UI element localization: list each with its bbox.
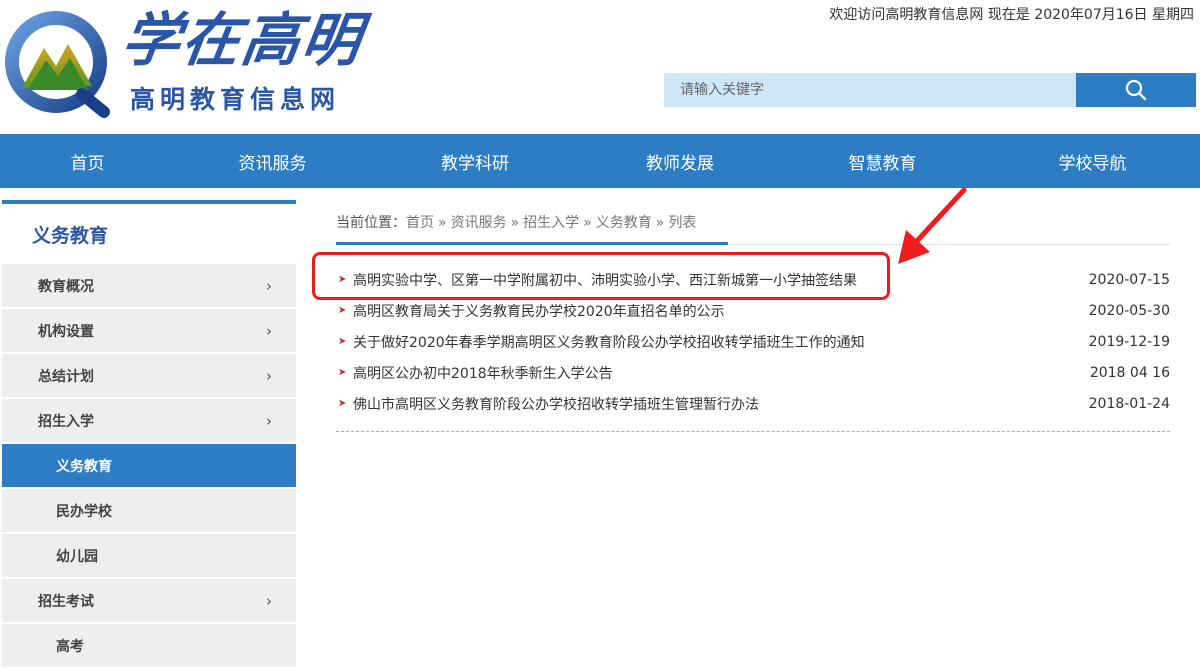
sidebar-item-label: 教育概况 bbox=[38, 278, 94, 295]
breadcrumb: 当前位置：首页» 资讯服务» 招生入学» 义务教育» 列表 bbox=[336, 212, 696, 232]
news-title[interactable]: 关于做好2020年春季学期高明区义务教育阶段公办学校招收转学插班生工作的通知 bbox=[353, 332, 1089, 352]
bullet-arrow-icon: ➤ bbox=[338, 398, 347, 409]
arrow-annotation-icon bbox=[898, 187, 967, 264]
news-title[interactable]: 高明实验中学、区第一中学附属初中、沛明实验小学、西江新城第一小学抽签结果 bbox=[353, 270, 1089, 290]
logo-emblem-icon[interactable] bbox=[4, 8, 112, 120]
logo-subtitle: 高明教育信息网 bbox=[130, 85, 341, 114]
nav-item-school-navigation[interactable]: 学校导航 bbox=[985, 134, 1200, 188]
breadcrumb-link-compulsory-education[interactable]: 义务教育 bbox=[596, 215, 652, 231]
bullet-arrow-icon: ➤ bbox=[338, 367, 347, 378]
search-button[interactable] bbox=[1076, 73, 1196, 107]
breadcrumb-separator: » bbox=[438, 215, 447, 231]
breadcrumb-link-home[interactable]: 首页 bbox=[406, 215, 434, 231]
sidebar-item-label: 机构设置 bbox=[38, 323, 94, 340]
news-date: 2020-07-15 bbox=[1088, 271, 1170, 288]
search-input[interactable] bbox=[664, 73, 1076, 107]
sidebar-item-gaokao[interactable]: 高考 bbox=[2, 624, 296, 667]
breadcrumb-separator: » bbox=[510, 215, 520, 231]
list-item[interactable]: ➤ 高明区教育局关于义务教育民办学校2020年直招名单的公示 2020-05-3… bbox=[336, 295, 1170, 326]
news-date: 2020-05-30 bbox=[1088, 302, 1170, 319]
breadcrumb-accent-bar bbox=[336, 242, 728, 245]
sidebar-item-compulsory-education[interactable]: 义务教育 bbox=[2, 444, 296, 487]
sidebar-item-organization[interactable]: 机构设置 › bbox=[2, 309, 296, 352]
sidebar-item-label: 幼儿园 bbox=[56, 548, 98, 565]
main-nav: 首页 资讯服务 教学科研 教师发展 智慧教育 学校导航 bbox=[0, 134, 1200, 188]
sidebar-item-label: 高考 bbox=[56, 638, 84, 655]
chevron-right-icon: › bbox=[266, 591, 272, 610]
sidebar-item-label: 总结计划 bbox=[38, 368, 94, 385]
chevron-right-icon: › bbox=[266, 276, 272, 295]
sidebar-item-label: 民办学校 bbox=[56, 503, 112, 520]
news-title[interactable]: 高明区公办初中2018年秋季新生入学公告 bbox=[353, 363, 1090, 383]
nav-item-teaching-research[interactable]: 教学科研 bbox=[370, 134, 580, 188]
sidebar-item-private-schools[interactable]: 民办学校 bbox=[2, 489, 296, 532]
nav-item-home[interactable]: 首页 bbox=[0, 134, 175, 188]
bullet-arrow-icon: ➤ bbox=[338, 305, 347, 316]
breadcrumb-separator: » bbox=[655, 215, 665, 231]
chevron-right-icon: › bbox=[266, 366, 272, 385]
sidebar-item-admission-exams[interactable]: 招生考试 › bbox=[2, 579, 296, 622]
sidebar-item-label: 义务教育 bbox=[56, 458, 112, 475]
breadcrumb-link-list[interactable]: 列表 bbox=[668, 215, 696, 231]
breadcrumb-link-enrollment[interactable]: 招生入学 bbox=[523, 215, 579, 231]
logo-title[interactable]: 学在高明 bbox=[117, 6, 367, 74]
breadcrumb-link-info-services[interactable]: 资讯服务 bbox=[451, 215, 507, 231]
news-title[interactable]: 高明区教育局关于义务教育民办学校2020年直招名单的公示 bbox=[353, 301, 1089, 321]
news-date: 2018-01-24 bbox=[1088, 395, 1170, 412]
sidebar-item-label: 招生入学 bbox=[38, 413, 94, 430]
welcome-text: 欢迎访问高明教育信息网 现在是 2020年07月16日 星期四 bbox=[829, 7, 1194, 23]
sidebar-item-education-overview[interactable]: 教育概况 › bbox=[2, 264, 296, 307]
news-list: ➤ 高明实验中学、区第一中学附属初中、沛明实验小学、西江新城第一小学抽签结果 2… bbox=[336, 264, 1170, 419]
sidebar-item-summary-plans[interactable]: 总结计划 › bbox=[2, 354, 296, 397]
search-icon bbox=[1125, 79, 1147, 101]
list-item[interactable]: ➤ 关于做好2020年春季学期高明区义务教育阶段公办学校招收转学插班生工作的通知… bbox=[336, 326, 1170, 357]
breadcrumb-label: 当前位置： bbox=[336, 215, 406, 231]
sidebar-item-label: 招生考试 bbox=[38, 593, 94, 610]
list-item[interactable]: ➤ 高明区公办初中2018年秋季新生入学公告 2018 04 16 bbox=[336, 357, 1170, 388]
list-item[interactable]: ➤ 高明实验中学、区第一中学附属初中、沛明实验小学、西江新城第一小学抽签结果 2… bbox=[336, 264, 1170, 295]
site-header: 学在高明 高明教育信息网 欢迎访问高明教育信息网 现在是 2020年07月16日… bbox=[0, 0, 1200, 134]
list-bottom-divider bbox=[336, 431, 1170, 432]
list-item[interactable]: ➤ 佛山市高明区义务教育阶段公办学校招收转学插班生管理暂行办法 2018-01-… bbox=[336, 388, 1170, 419]
chevron-right-icon: › bbox=[266, 321, 272, 340]
nav-item-smart-education[interactable]: 智慧教育 bbox=[780, 134, 985, 188]
news-date: 2018 04 16 bbox=[1089, 364, 1170, 381]
nav-item-info-services[interactable]: 资讯服务 bbox=[175, 134, 370, 188]
news-title[interactable]: 佛山市高明区义务教育阶段公办学校招收转学插班生管理暂行办法 bbox=[353, 394, 1089, 414]
news-date: 2019-12-19 bbox=[1088, 333, 1170, 350]
sidebar-item-enrollment[interactable]: 招生入学 › bbox=[2, 399, 296, 442]
sidebar-title: 义务教育 bbox=[32, 224, 109, 247]
chevron-right-icon: › bbox=[266, 411, 272, 430]
sidebar-item-kindergarten[interactable]: 幼儿园 bbox=[2, 534, 296, 577]
sidebar: 义务教育 教育概况 › 机构设置 › 总结计划 › 招生入学 › 义务教育 民办… bbox=[2, 200, 296, 670]
bullet-arrow-icon: ➤ bbox=[338, 336, 347, 347]
nav-item-teacher-development[interactable]: 教师发展 bbox=[580, 134, 780, 188]
breadcrumb-separator: » bbox=[583, 215, 592, 231]
bullet-arrow-icon: ➤ bbox=[338, 274, 347, 285]
